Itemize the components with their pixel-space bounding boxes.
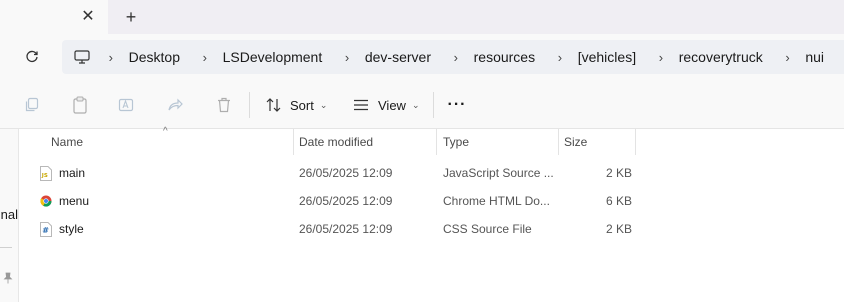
- tab-current[interactable]: ✕: [0, 0, 108, 34]
- chevron-right-icon[interactable]: ›: [783, 50, 793, 65]
- toolbar-divider: [249, 92, 250, 118]
- view-button[interactable]: View ⌄: [353, 94, 420, 116]
- copy-icon[interactable]: [22, 95, 42, 115]
- file-type: CSS Source File: [443, 222, 532, 236]
- file-name: main: [59, 166, 86, 180]
- column-resize-handle[interactable]: [558, 129, 559, 155]
- delete-icon[interactable]: [214, 95, 234, 115]
- rename-icon[interactable]: [117, 95, 137, 115]
- column-resize-handle[interactable]: [635, 129, 636, 155]
- close-tab-icon[interactable]: ✕: [78, 7, 98, 27]
- paste-icon[interactable]: [70, 95, 90, 115]
- breadcrumb-item[interactable]: Desktop: [129, 49, 180, 65]
- breadcrumb-item-current[interactable]: nui: [805, 49, 824, 65]
- file-row[interactable]: # style 26/05/2025 12:09 CSS Source File…: [19, 215, 844, 243]
- sort-icon: [266, 98, 281, 112]
- css-file-icon: #: [39, 221, 53, 237]
- svg-text:JS: JS: [41, 173, 48, 179]
- tab-strip: ✕ +: [0, 0, 844, 34]
- file-name: menu: [59, 194, 90, 208]
- file-list: ^ Name Date modified Type Size JS main 2…: [19, 126, 844, 302]
- file-date: 26/05/2025 12:09: [299, 194, 393, 208]
- column-header-row: ^ Name Date modified Type Size: [19, 126, 844, 155]
- breadcrumb-item[interactable]: LSDevelopment: [223, 49, 323, 65]
- chevron-right-icon[interactable]: ›: [656, 50, 666, 65]
- file-size: 2 KB: [606, 222, 633, 236]
- file-row[interactable]: menu 26/05/2025 12:09 Chrome HTML Do... …: [19, 187, 844, 215]
- file-row[interactable]: JS main 26/05/2025 12:09 JavaScript Sour…: [19, 159, 844, 187]
- view-icon: [354, 99, 368, 111]
- chrome-html-file-icon: [39, 193, 53, 209]
- chevron-down-icon: ⌄: [411, 99, 420, 110]
- command-bar: Sort ⌄ View ⌄ ···: [0, 80, 844, 129]
- nav-item-label[interactable]: nal: [0, 207, 18, 222]
- column-header-size[interactable]: Size: [564, 135, 587, 149]
- chevron-down-icon: ⌄: [319, 99, 328, 110]
- column-resize-handle[interactable]: [293, 129, 294, 155]
- column-header-type[interactable]: Type: [443, 135, 469, 149]
- chevron-right-icon[interactable]: ›: [555, 50, 565, 65]
- file-type: JavaScript Source ...: [443, 166, 554, 180]
- sort-label: Sort: [290, 97, 314, 113]
- toolbar-divider: [433, 92, 434, 118]
- nav-divider: [0, 247, 12, 248]
- new-tab-icon[interactable]: +: [121, 7, 141, 27]
- sort-ascending-icon: ^: [163, 126, 168, 137]
- view-label: View: [378, 97, 406, 113]
- column-header-date[interactable]: Date modified: [299, 135, 373, 149]
- svg-text:#: #: [42, 226, 49, 235]
- this-pc-icon[interactable]: [74, 49, 90, 65]
- chevron-right-icon[interactable]: ›: [106, 50, 116, 65]
- file-size: 2 KB: [606, 166, 633, 180]
- breadcrumb[interactable]: › Desktop › LSDevelopment › dev-server ›…: [62, 40, 844, 74]
- breadcrumb-item[interactable]: dev-server: [365, 49, 431, 65]
- breadcrumb-item[interactable]: resources: [474, 49, 535, 65]
- file-date: 26/05/2025 12:09: [299, 222, 393, 236]
- chevron-right-icon[interactable]: ›: [200, 50, 210, 65]
- refresh-icon[interactable]: [22, 47, 42, 67]
- more-options-button[interactable]: ···: [447, 94, 467, 116]
- file-size: 6 KB: [606, 194, 633, 208]
- file-name: style: [59, 222, 84, 236]
- file-type: Chrome HTML Do...: [443, 194, 550, 208]
- share-icon[interactable]: [165, 95, 185, 115]
- pin-icon[interactable]: [0, 269, 16, 287]
- file-date: 26/05/2025 12:09: [299, 166, 393, 180]
- javascript-file-icon: JS: [39, 165, 53, 181]
- column-header-name[interactable]: Name: [51, 135, 83, 149]
- breadcrumb-item[interactable]: recoverytruck: [679, 49, 763, 65]
- address-row: › Desktop › LSDevelopment › dev-server ›…: [0, 34, 844, 80]
- chevron-right-icon[interactable]: ›: [451, 50, 461, 65]
- breadcrumb-item[interactable]: [vehicles]: [578, 49, 636, 65]
- chevron-right-icon[interactable]: ›: [342, 50, 352, 65]
- column-resize-handle[interactable]: [436, 129, 437, 155]
- sort-button[interactable]: Sort ⌄: [266, 94, 327, 116]
- navigation-pane[interactable]: nal: [0, 129, 19, 302]
